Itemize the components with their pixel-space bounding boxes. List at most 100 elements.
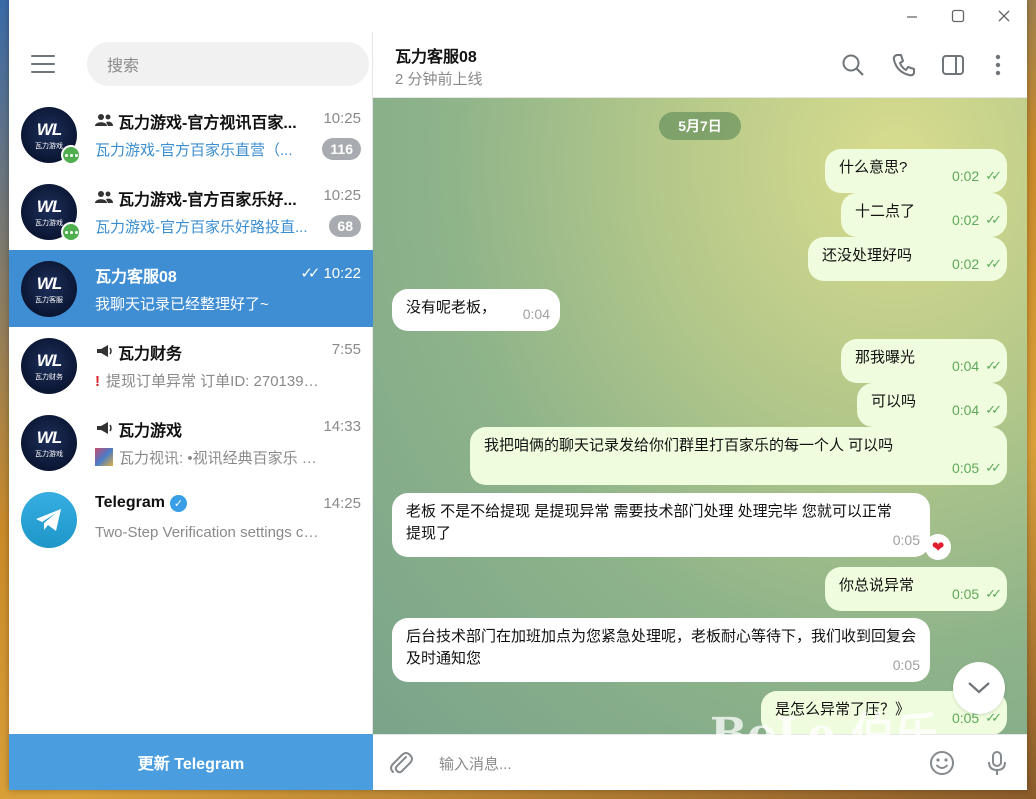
message-outgoing[interactable]: 还没处理好吗 0:02 ✓✓ — [808, 237, 1007, 281]
minimize-icon — [907, 16, 917, 18]
chat-item-finance[interactable]: WL 瓦力财务 瓦力财务 7:55 ! 提现订单异常 订单ID: 27013965… — [9, 327, 373, 404]
sidebar-toggle-icon[interactable] — [940, 52, 966, 78]
double-check-icon: ✓✓ — [985, 256, 1002, 271]
search-icon[interactable] — [840, 52, 866, 78]
chat-item-game-channel[interactable]: WL 瓦力游戏 瓦力游戏 14:33 瓦力视讯: •视讯经典百家乐 •视... — [9, 404, 373, 481]
chat-title: 瓦力财务 — [95, 340, 315, 364]
phone-icon[interactable] — [891, 52, 917, 78]
message-text: 那我曝光 — [855, 349, 916, 366]
chat-time: 7:55 — [331, 341, 361, 358]
message-outgoing[interactable]: 十二点了 0:02 ✓✓ — [841, 193, 1007, 237]
chat-title: 瓦力客服08 — [95, 263, 315, 287]
update-telegram-button[interactable]: 更新 Telegram — [9, 734, 373, 790]
message-outgoing[interactable]: 那我曝光 0:04 ✓✓ — [841, 339, 1007, 383]
message-area[interactable]: 5月7日 什么意思? 0:02 ✓✓ 十二点了 0:02 ✓✓ 还没处理好吗 0:0… — [373, 98, 1027, 734]
chat-item-telegram[interactable]: Telegram ✓ 14:25 Two-Step Verification s… — [9, 481, 373, 558]
menu-icon[interactable] — [31, 55, 55, 73]
chat-preview: 我聊天记录已经整理好了~ — [95, 296, 269, 313]
message-incoming[interactable]: 后台技术部门在加班加点为您紧急处理呢，老板耐心等待下，我们收到回复会及时通知您 … — [392, 618, 930, 682]
microphone-icon[interactable] — [983, 749, 1011, 777]
double-check-icon: ✓✓ — [985, 358, 1002, 373]
close-button[interactable] — [981, 0, 1027, 32]
minimize-button[interactable] — [889, 0, 935, 32]
search-input[interactable]: 搜索 — [87, 42, 369, 86]
avatar-sub-text: 瓦力游戏 — [35, 450, 63, 458]
telegram-plane-icon — [36, 509, 61, 531]
avatar-logo-text: WL — [36, 196, 62, 216]
chat-preview: 瓦力游戏-官方百家乐好路投直... — [95, 219, 308, 236]
title-bar — [9, 0, 1027, 32]
message-text: 什么意思? — [839, 159, 908, 176]
avatar: WL 瓦力游戏 — [21, 415, 77, 471]
chat-item-group-2[interactable]: WL 瓦力游戏 瓦力游戏-官方百家乐好... 10:25 瓦力游戏-官方百家乐好… — [9, 173, 373, 250]
message-time: 0:04 — [522, 306, 550, 322]
telegram-avatar — [21, 492, 77, 548]
chat-time: 10:25 — [323, 110, 361, 127]
channel-icon — [95, 344, 113, 361]
message-time: 0:02 — [951, 168, 980, 184]
message-input[interactable]: 输入消息... — [439, 753, 512, 774]
message-time: 0:04 — [951, 358, 980, 374]
message-time: 0:05 — [951, 460, 980, 476]
close-icon — [998, 10, 1010, 22]
telegram-window: 搜索 WL 瓦力游戏 瓦力游戏-官方视讯百家... 10:25 瓦力游戏-官方百… — [9, 0, 1027, 790]
message-text: 后台技术部门在加班加点为您紧急处理呢，老板耐心等待下，我们收到回复会及时通知您 — [406, 628, 917, 667]
attach-icon[interactable] — [387, 749, 415, 777]
channel-icon — [95, 421, 113, 438]
scroll-to-bottom-button[interactable] — [953, 662, 1005, 714]
group-icon — [95, 190, 113, 207]
double-check-icon: ✓✓ — [985, 586, 1002, 601]
chat-header-name[interactable]: 瓦力客服08 — [395, 43, 477, 67]
maximize-button[interactable] — [935, 0, 981, 32]
message-outgoing[interactable]: 你总说异常 0:05 ✓✓ — [825, 567, 1007, 611]
avatar-logo-text: WL — [36, 273, 62, 293]
verified-icon: ✓ — [169, 494, 187, 512]
exclamation-icon: ! — [95, 373, 100, 390]
double-check-icon: ✓✓ — [300, 265, 320, 282]
message-time: 0:02 — [951, 256, 980, 272]
message-text: 没有呢老板， — [406, 299, 497, 316]
message-outgoing[interactable]: 我把咱俩的聊天记录发给你们群里打百家乐的每一个人 可以吗 0:05 ✓✓ — [470, 427, 1007, 485]
emoji-icon[interactable] — [928, 749, 956, 777]
chat-title: 瓦力游戏-官方视讯百家... — [95, 109, 315, 133]
chat-title-text: 瓦力客服08 — [95, 269, 177, 286]
chat-title-text: 瓦力游戏-官方百家乐好... — [118, 192, 297, 209]
message-time: 0:04 — [951, 402, 980, 418]
chat-preview: 瓦力游戏-官方百家乐直营（... — [95, 142, 293, 159]
message-incoming[interactable]: 老板 不是不给提现 是提现异常 需要技术部门处理 处理完毕 您就可以正常提现了 … — [392, 493, 930, 557]
group-icon — [95, 113, 113, 130]
more-icon[interactable] — [985, 52, 1011, 78]
message-outgoing[interactable]: 什么意思? 0:02 ✓✓ — [825, 149, 1007, 193]
double-check-icon: ✓✓ — [985, 460, 1002, 475]
online-indicator-icon — [61, 222, 81, 242]
avatar-sub-text: 瓦力财务 — [35, 373, 63, 381]
chat-preview: Two-Step Verification settings cha... — [95, 524, 321, 541]
message-time: 0:05 — [892, 532, 920, 548]
double-check-icon: ✓✓ — [985, 212, 1002, 227]
message-outgoing[interactable]: 可以吗 0:04 ✓✓ — [857, 383, 1007, 427]
message-incoming[interactable]: 没有呢老板， 0:04 — [392, 289, 560, 331]
chevron-down-icon — [968, 682, 990, 694]
heart-reaction-icon[interactable]: ❤ — [925, 534, 951, 560]
chat-title-text: 瓦力游戏-官方视讯百家... — [118, 115, 297, 132]
chat-item-support-08[interactable]: WL 瓦力客服 瓦力客服08 ✓✓ 10:22 我聊天记录已经整理好了~ — [9, 250, 373, 327]
message-text: 还没处理好吗 — [822, 247, 913, 264]
message-text: 我把咱俩的聊天记录发给你们群里打百家乐的每一个人 可以吗 — [484, 437, 894, 454]
message-composer: 输入消息... — [373, 734, 1027, 790]
chat-title-text: 瓦力财务 — [118, 346, 183, 363]
avatar-logo-text: WL — [36, 119, 62, 139]
message-time: 0:02 — [951, 212, 980, 228]
chat-title-text: Telegram — [95, 494, 165, 511]
message-text: 是怎么异常了压？》 — [775, 701, 911, 718]
chat-time: ✓✓ 10:22 — [300, 265, 361, 282]
chat-title: 瓦力游戏-官方百家乐好... — [95, 186, 315, 210]
avatar-sub-text: 瓦力游戏 — [35, 219, 63, 227]
chat-panel: 瓦力客服08 2 分钟前上线 5月7日 什么意思? 0:02 ✓✓ 十二点了 0:… — [373, 32, 1027, 790]
avatar-sub-text: 瓦力游戏 — [35, 142, 63, 150]
chat-item-group-1[interactable]: WL 瓦力游戏 瓦力游戏-官方视讯百家... 10:25 瓦力游戏-官方百家乐直… — [9, 96, 373, 173]
unread-badge: 116 — [322, 138, 361, 160]
chat-title: 瓦力游戏 — [95, 417, 315, 441]
chat-time: 10:25 — [323, 187, 361, 204]
chat-list-sidebar: 搜索 WL 瓦力游戏 瓦力游戏-官方视讯百家... 10:25 瓦力游戏-官方百… — [9, 32, 373, 790]
message-text: 十二点了 — [855, 203, 916, 220]
